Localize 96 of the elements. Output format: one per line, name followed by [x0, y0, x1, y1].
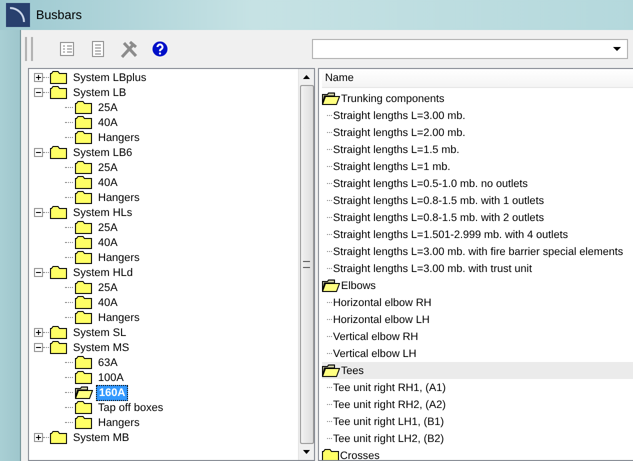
tree-item[interactable]: System LB6	[70, 144, 136, 160]
folder-icon	[75, 221, 92, 234]
list-item[interactable]: Straight lengths L=1.501-2.999 mb. with 4 outlets	[333, 228, 568, 240]
collapse-toggle[interactable]	[34, 208, 43, 217]
tree-item[interactable]: 40A	[95, 114, 121, 130]
folder-icon	[75, 191, 92, 204]
folder-icon	[75, 131, 92, 144]
tree-item[interactable]: Hangers	[95, 250, 143, 266]
folder-icon	[75, 281, 92, 294]
folder-icon	[75, 251, 92, 264]
scroll-up-icon[interactable]	[303, 75, 310, 79]
scrollbar[interactable]	[298, 69, 314, 460]
folder-icon	[75, 236, 92, 249]
tree-item[interactable]: 100A	[95, 370, 127, 386]
tree-item[interactable]: Hangers	[95, 130, 143, 146]
list-item[interactable]: Horizontal elbow RH	[333, 296, 432, 308]
folder-icon	[75, 311, 92, 324]
list-item[interactable]: Tee unit right RH1, (A1)	[333, 382, 446, 394]
list-item[interactable]: Straight lengths L=2.00 mb.	[333, 126, 466, 138]
tree-item[interactable]: System SL	[70, 324, 130, 340]
tools-icon	[120, 40, 138, 58]
expand-toggle[interactable]	[34, 328, 43, 337]
group-row[interactable]: Elbows	[322, 277, 633, 294]
toolbar-grip[interactable]	[25, 37, 33, 61]
open-folder-icon	[75, 386, 93, 399]
window-title: Busbars	[36, 8, 82, 22]
tree-item[interactable]: 25A	[95, 280, 121, 296]
app-icon	[6, 3, 30, 27]
tree-item[interactable]: 25A	[95, 220, 121, 236]
folder-icon	[50, 206, 67, 219]
folder-icon	[75, 356, 92, 369]
document-icon	[90, 41, 104, 57]
tree-item[interactable]: Hangers	[95, 190, 143, 206]
group-row[interactable]: Trunking components	[322, 90, 633, 107]
group-label: Crosses	[340, 450, 380, 460]
tree-item[interactable]: Hangers	[95, 310, 143, 326]
group-label: Elbows	[341, 280, 376, 292]
scroll-down-icon[interactable]	[303, 450, 310, 454]
tree-item[interactable]: 40A	[95, 294, 121, 310]
folder-icon	[75, 416, 92, 429]
tree-item[interactable]: System HLd	[70, 264, 136, 280]
list-item[interactable]: Tee unit right LH1, (B1)	[333, 416, 444, 428]
tree-item[interactable]: Tap off boxes	[95, 400, 166, 416]
tree-item[interactable]: 25A	[95, 160, 121, 176]
tree-item[interactable]: System LB	[70, 84, 130, 100]
tree-item[interactable]: Hangers	[95, 414, 143, 430]
tree-item[interactable]: 40A	[95, 174, 121, 190]
collapse-toggle[interactable]	[34, 343, 43, 352]
tree-item[interactable]: 63A	[95, 354, 121, 370]
list-item[interactable]: Straight lengths L=1 mb.	[333, 160, 450, 172]
dropdown-field[interactable]	[312, 39, 628, 59]
tree-item[interactable]: System HLs	[70, 204, 136, 220]
collapse-toggle[interactable]	[34, 148, 43, 157]
folder-icon	[75, 401, 92, 414]
collapse-toggle[interactable]	[34, 88, 43, 97]
list-item[interactable]: Vertical elbow LH	[333, 348, 416, 360]
folder-icon	[75, 176, 92, 189]
list-item[interactable]: Horizontal elbow LH	[333, 314, 430, 326]
list-item[interactable]: Straight lengths L=3.00 mb. with trust unit	[333, 262, 532, 274]
folder-icon	[75, 371, 92, 384]
group-row[interactable]: Tees	[322, 362, 633, 379]
tree-item[interactable]: 25A	[95, 100, 121, 116]
list-icon	[58, 41, 74, 57]
folder-icon	[50, 326, 67, 339]
group-label: Tees	[341, 364, 364, 376]
tree-item[interactable]: System LBplus	[70, 70, 150, 86]
folder-icon	[50, 71, 67, 84]
list-item[interactable]: Tee unit right RH2, (A2)	[333, 398, 446, 410]
collapse-toggle[interactable]	[34, 268, 43, 277]
list-item[interactable]: Straight lengths L=0.8-1.5 mb. with 2 outlets	[333, 212, 544, 224]
folder-icon	[75, 161, 92, 174]
dropdown-arrow-icon	[613, 47, 621, 51]
group-row[interactable]: Crosses	[322, 447, 633, 460]
list-item[interactable]: Straight lengths L=0.5-1.0 mb. no outlets	[333, 178, 528, 190]
folder-icon	[50, 86, 67, 99]
list-item[interactable]: Vertical elbow RH	[333, 330, 418, 342]
list-item[interactable]: Tee unit right LH2, (B2)	[333, 432, 444, 444]
tree-item[interactable]: System MB	[70, 430, 132, 446]
list-item[interactable]: Straight lengths L=1.5 mb.	[333, 144, 460, 156]
folder-icon	[75, 116, 92, 129]
folder-icon	[50, 146, 67, 159]
list-item[interactable]: Straight lengths L=3.00 mb. with fire barrier special elements	[333, 246, 624, 258]
scroll-thumb[interactable]	[300, 85, 314, 444]
tree-item[interactable]: 40A	[95, 234, 121, 250]
expand-toggle[interactable]	[34, 73, 43, 82]
list-item[interactable]: Straight lengths L=0.8-1.5 mb. with 1 outlets	[333, 194, 544, 206]
list-item[interactable]: Straight lengths L=3.00 mb.	[333, 110, 466, 122]
expand-toggle[interactable]	[34, 433, 43, 442]
folder-icon	[50, 266, 67, 279]
folder-icon	[75, 296, 92, 309]
folder-icon	[50, 431, 67, 444]
help-icon	[152, 41, 168, 57]
folder-icon	[75, 101, 92, 114]
tree-item[interactable]: System MS	[70, 340, 132, 356]
group-label: Trunking components	[341, 92, 444, 104]
folder-icon	[50, 341, 67, 354]
